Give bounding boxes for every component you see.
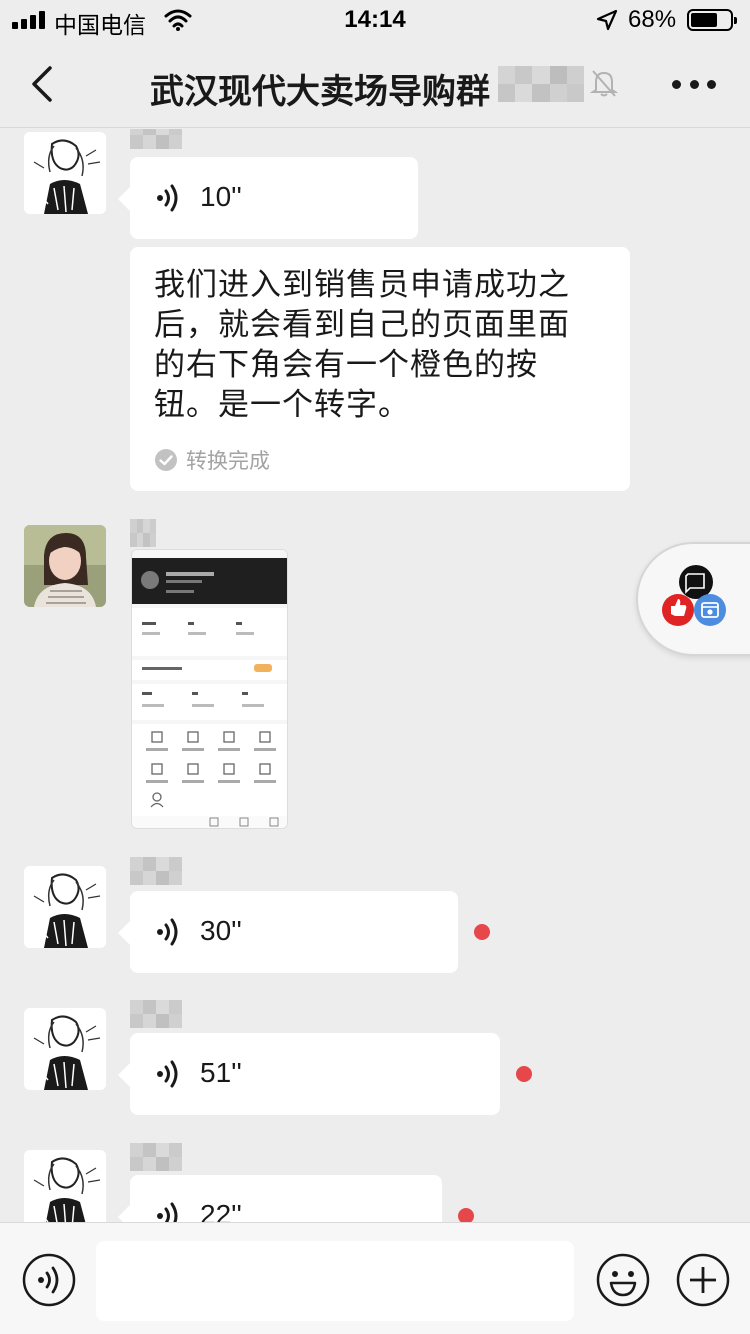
voice-duration: 10'' [200, 181, 242, 212]
voice-waves-icon [157, 1060, 178, 1088]
transcript-line: 的右下角会有一个橙色的按 [154, 347, 538, 383]
transcript-text: 我们进入到销售员申请成功之 后，就会看到自己的页面里面 的右下角会有一个橙色的按… [154, 265, 614, 425]
sender-name-redacted [130, 519, 156, 547]
transcript-message[interactable]: 我们进入到销售员申请成功之 后，就会看到自己的页面里面 的右下角会有一个橙色的按… [130, 247, 630, 491]
voice-message[interactable]: 10'' [118, 157, 418, 239]
sender-avatar-photo[interactable] [24, 525, 106, 607]
sketch-portrait-icon [24, 132, 106, 214]
voice-message[interactable]: 51'' [118, 1033, 500, 1115]
battery-percent: 68% [628, 6, 677, 33]
check-circle-icon [155, 449, 177, 471]
transcript-line: 钮。是一个转字。 [154, 387, 410, 423]
more-dot [689, 79, 699, 89]
voice-duration: 22'' [200, 1199, 242, 1222]
voice-toggle-icon[interactable] [22, 1253, 76, 1307]
person-photo-icon [24, 525, 106, 607]
unread-dot [474, 924, 490, 940]
voice-duration: 51'' [200, 1057, 242, 1088]
app-screenshot-thumbnail [132, 550, 287, 828]
floating-shortcut-widget[interactable] [636, 542, 750, 656]
voice-waves-icon [157, 1202, 178, 1222]
transcript-line: 后，就会看到自己的页面里面 [154, 307, 570, 343]
message-input[interactable] [96, 1241, 574, 1321]
more-dot [672, 79, 681, 89]
convert-status-text: 转换完成 [186, 449, 270, 473]
title-suffix-redacted [498, 66, 584, 102]
plus-icon[interactable] [676, 1253, 730, 1307]
voice-message[interactable]: 22'' [118, 1175, 442, 1222]
status-bar: 中国电信 14:14 68% [0, 0, 750, 40]
sender-name-redacted [130, 1000, 182, 1028]
voice-waves-icon [157, 184, 178, 212]
chat-area[interactable]: 10'' 我们进入到销售员申请成功之 后，就会看到自己的页面里面 的右下角会有一… [0, 129, 750, 1222]
voice-duration: 30'' [200, 915, 242, 946]
unread-dot [458, 1208, 474, 1222]
back-button[interactable] [24, 62, 64, 106]
sender-avatar[interactable] [24, 1008, 106, 1090]
bell-slash-icon [590, 70, 618, 97]
sender-name-redacted [130, 1143, 182, 1171]
convert-status: 转换完成 [154, 445, 270, 475]
more-dot [707, 79, 716, 89]
sketch-portrait-icon [24, 1008, 106, 1090]
unread-dot [516, 1066, 532, 1082]
sketch-portrait-icon [24, 866, 106, 948]
battery-icon [687, 9, 737, 31]
voice-message[interactable]: 30'' [118, 891, 458, 973]
input-bar [0, 1222, 750, 1334]
emoji-icon[interactable] [596, 1253, 650, 1307]
image-message[interactable] [131, 549, 288, 829]
more-button[interactable] [672, 70, 716, 98]
nav-bar: 武汉现代大卖场导购群 [0, 40, 750, 128]
floating-widget-icons [662, 565, 726, 626]
transcript-line: 我们进入到销售员申请成功之 [154, 267, 570, 303]
sender-avatar[interactable] [24, 866, 106, 948]
sender-avatar[interactable] [24, 1150, 106, 1222]
voice-waves-icon [157, 918, 178, 946]
sender-name-redacted [130, 129, 182, 149]
sketch-portrait-icon [24, 1150, 106, 1222]
chat-title: 武汉现代大卖场导购群 [150, 72, 490, 112]
location-arrow-icon [596, 9, 618, 31]
sender-avatar[interactable] [24, 132, 106, 214]
sender-name-redacted [130, 857, 182, 885]
